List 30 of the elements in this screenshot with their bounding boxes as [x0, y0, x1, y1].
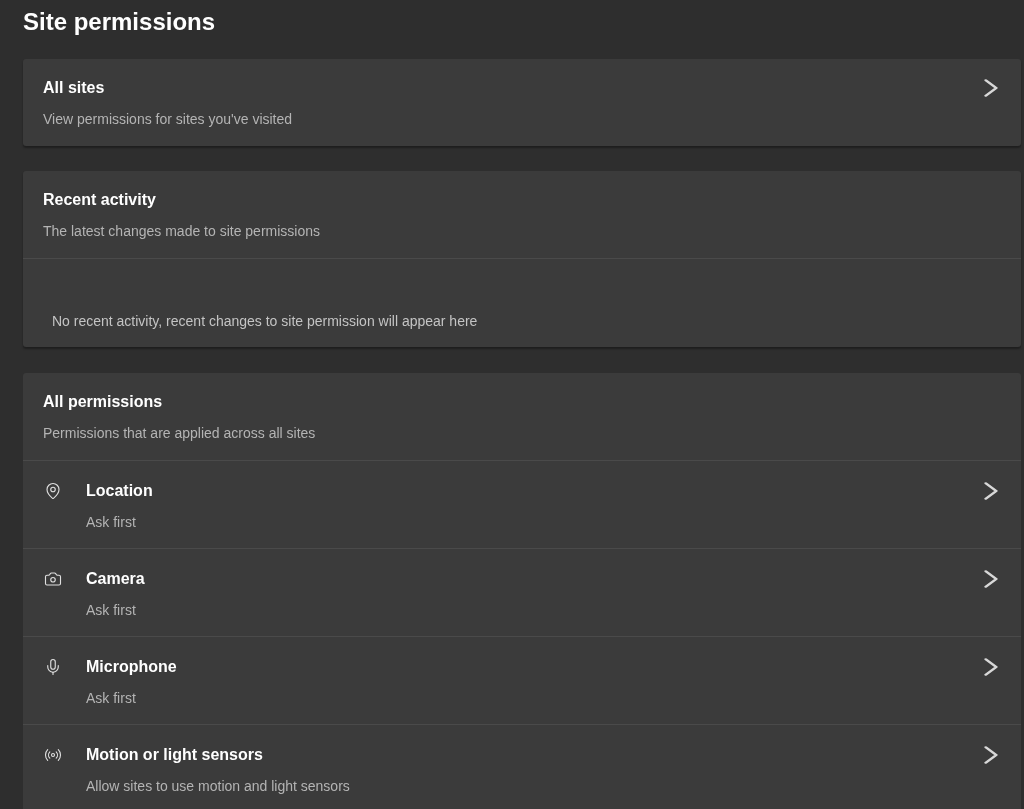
all-sites-subtitle: View permissions for sites you've visited — [43, 110, 294, 129]
empty-activity-message: No recent activity, recent changes to site permission will appear here — [52, 312, 479, 331]
permission-status: Ask first — [86, 601, 137, 620]
permission-row[interactable]: Microphone Ask first — [23, 636, 1021, 724]
permission-status: Allow sites to use motion and light sensors — [86, 777, 351, 796]
microphone-icon — [44, 658, 62, 676]
chevron-right-icon — [984, 746, 998, 764]
permission-status: Ask first — [86, 689, 137, 708]
page-title: Site permissions — [23, 7, 217, 37]
permission-name: Location — [86, 481, 154, 501]
all-sites-card[interactable]: All sites View permissions for sites you've visited — [23, 59, 1021, 146]
recent-activity-title: Recent activity — [43, 190, 157, 210]
chevron-right-icon — [984, 79, 998, 97]
broadcast-waves-icon — [44, 746, 62, 764]
permission-row[interactable]: Camera Ask first — [23, 548, 1021, 636]
camera-icon — [44, 570, 62, 588]
chevron-right-icon — [984, 570, 998, 588]
permission-row[interactable]: Location Ask first — [23, 460, 1021, 548]
recent-activity-subtitle: The latest changes made to site permissions — [43, 222, 322, 241]
all-sites-title: All sites — [43, 78, 106, 98]
chevron-right-icon — [984, 658, 998, 676]
permission-name: Microphone — [86, 657, 178, 677]
permission-name: Camera — [86, 569, 146, 589]
chevron-right-icon — [984, 482, 998, 500]
all-permissions-subtitle: Permissions that are applied across all sites — [43, 424, 317, 443]
permission-name: Motion or light sensors — [86, 745, 264, 765]
location-pin-icon — [44, 482, 62, 500]
permission-status: Ask first — [86, 513, 137, 532]
all-permissions-title: All permissions — [43, 392, 164, 412]
permission-row[interactable]: Motion or light sensors Allow sites to use motion and light sensors — [23, 724, 1021, 809]
